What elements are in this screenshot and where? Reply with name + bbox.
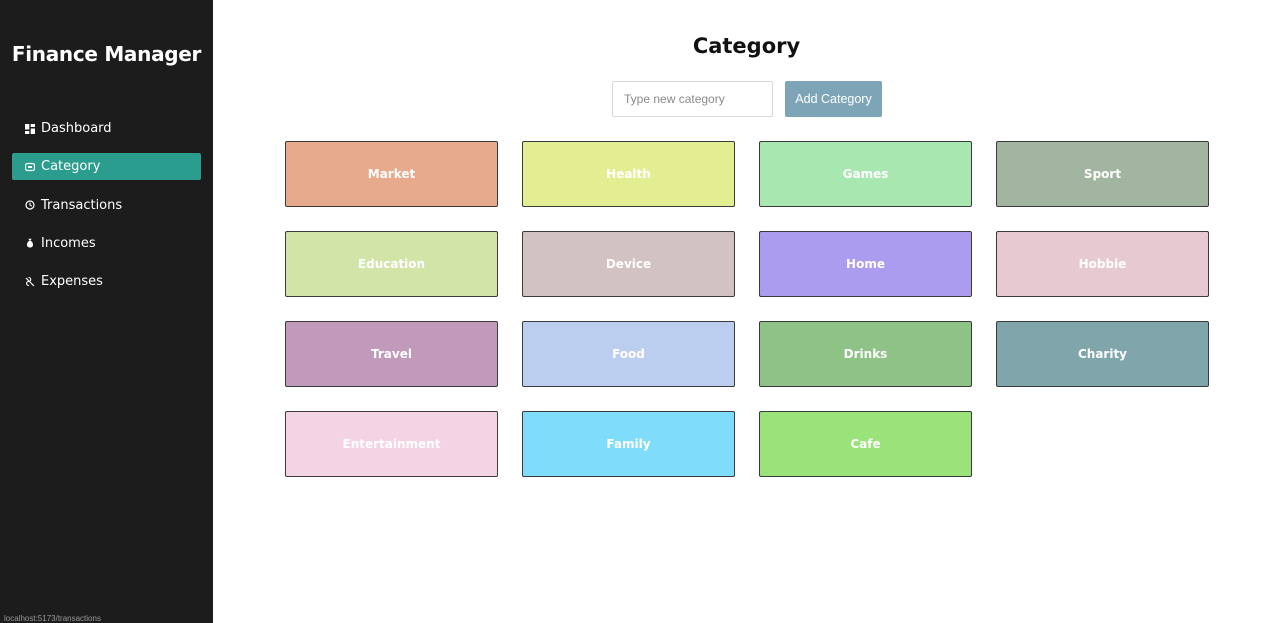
category-card-label: Games (842, 167, 889, 181)
sidebar-nav: Dashboard Category Transactions Incomes … (12, 115, 201, 306)
category-card-label: Entertainment (342, 437, 441, 451)
category-card-sport[interactable]: Sport (996, 141, 1209, 207)
sidebar-item-dashboard[interactable]: Dashboard (12, 115, 201, 142)
category-card-label: Family (606, 437, 651, 451)
category-card-drinks[interactable]: Drinks (759, 321, 972, 387)
category-card-travel[interactable]: Travel (285, 321, 498, 387)
category-card-family[interactable]: Family (522, 411, 735, 477)
add-category-form: Add Category (612, 81, 882, 117)
sidebar-item-label: Category (41, 159, 101, 175)
category-card-label: Travel (371, 347, 412, 361)
sidebar-item-incomes[interactable]: Incomes (12, 230, 201, 257)
category-card-device[interactable]: Device (522, 231, 735, 297)
category-card-home[interactable]: Home (759, 231, 972, 297)
history-icon (25, 200, 35, 210)
category-card-label: Hobbie (1078, 257, 1127, 271)
category-card-education[interactable]: Education (285, 231, 498, 297)
category-icon (25, 162, 35, 172)
category-card-label: Drinks (843, 347, 888, 361)
sidebar-item-label: Dashboard (41, 121, 112, 136)
category-card-health[interactable]: Health (522, 141, 735, 207)
main-content: Category Add Category Market Health Games S… (213, 0, 1280, 623)
dashboard-icon (25, 123, 35, 134)
category-card-label: Market (367, 167, 416, 181)
expenses-icon (25, 276, 35, 287)
new-category-input[interactable] (612, 81, 773, 117)
category-card-label: Sport (1083, 167, 1122, 181)
category-card-label: Food (612, 347, 645, 361)
status-bar-url: localhost:5173/transactions (4, 614, 101, 623)
money-bag-icon (25, 238, 35, 248)
category-card-label: Charity (1077, 347, 1128, 361)
sidebar-item-category[interactable]: Category (12, 153, 201, 181)
add-category-button[interactable]: Add Category (785, 81, 882, 117)
app-brand: Finance Manager (11, 42, 202, 66)
category-card-label: Cafe (850, 437, 881, 451)
category-card-food[interactable]: Food (522, 321, 735, 387)
category-card-charity[interactable]: Charity (996, 321, 1209, 387)
category-card-label: Device (605, 257, 652, 271)
category-card-label: Home (846, 257, 885, 271)
category-card-entertainment[interactable]: Entertainment (285, 411, 498, 477)
sidebar-item-label: Incomes (41, 235, 96, 251)
category-card-games[interactable]: Games (759, 141, 972, 207)
sidebar-item-expenses[interactable]: Expenses (12, 268, 201, 295)
sidebar-item-label: Transactions (41, 197, 123, 213)
sidebar-item-transactions[interactable]: Transactions (12, 192, 201, 219)
page-title: Category (692, 34, 801, 58)
category-card-label: Health (606, 167, 651, 181)
category-grid: Market Health Games Sport Education Device Hom… (285, 141, 1209, 477)
sidebar: Finance Manager Dashboard Category Trans… (0, 0, 213, 623)
category-card-market[interactable]: Market (285, 141, 498, 207)
category-card-cafe[interactable]: Cafe (759, 411, 972, 477)
category-card-hobbie[interactable]: Hobbie (996, 231, 1209, 297)
category-card-label: Education (357, 257, 426, 271)
sidebar-item-label: Expenses (41, 274, 103, 290)
